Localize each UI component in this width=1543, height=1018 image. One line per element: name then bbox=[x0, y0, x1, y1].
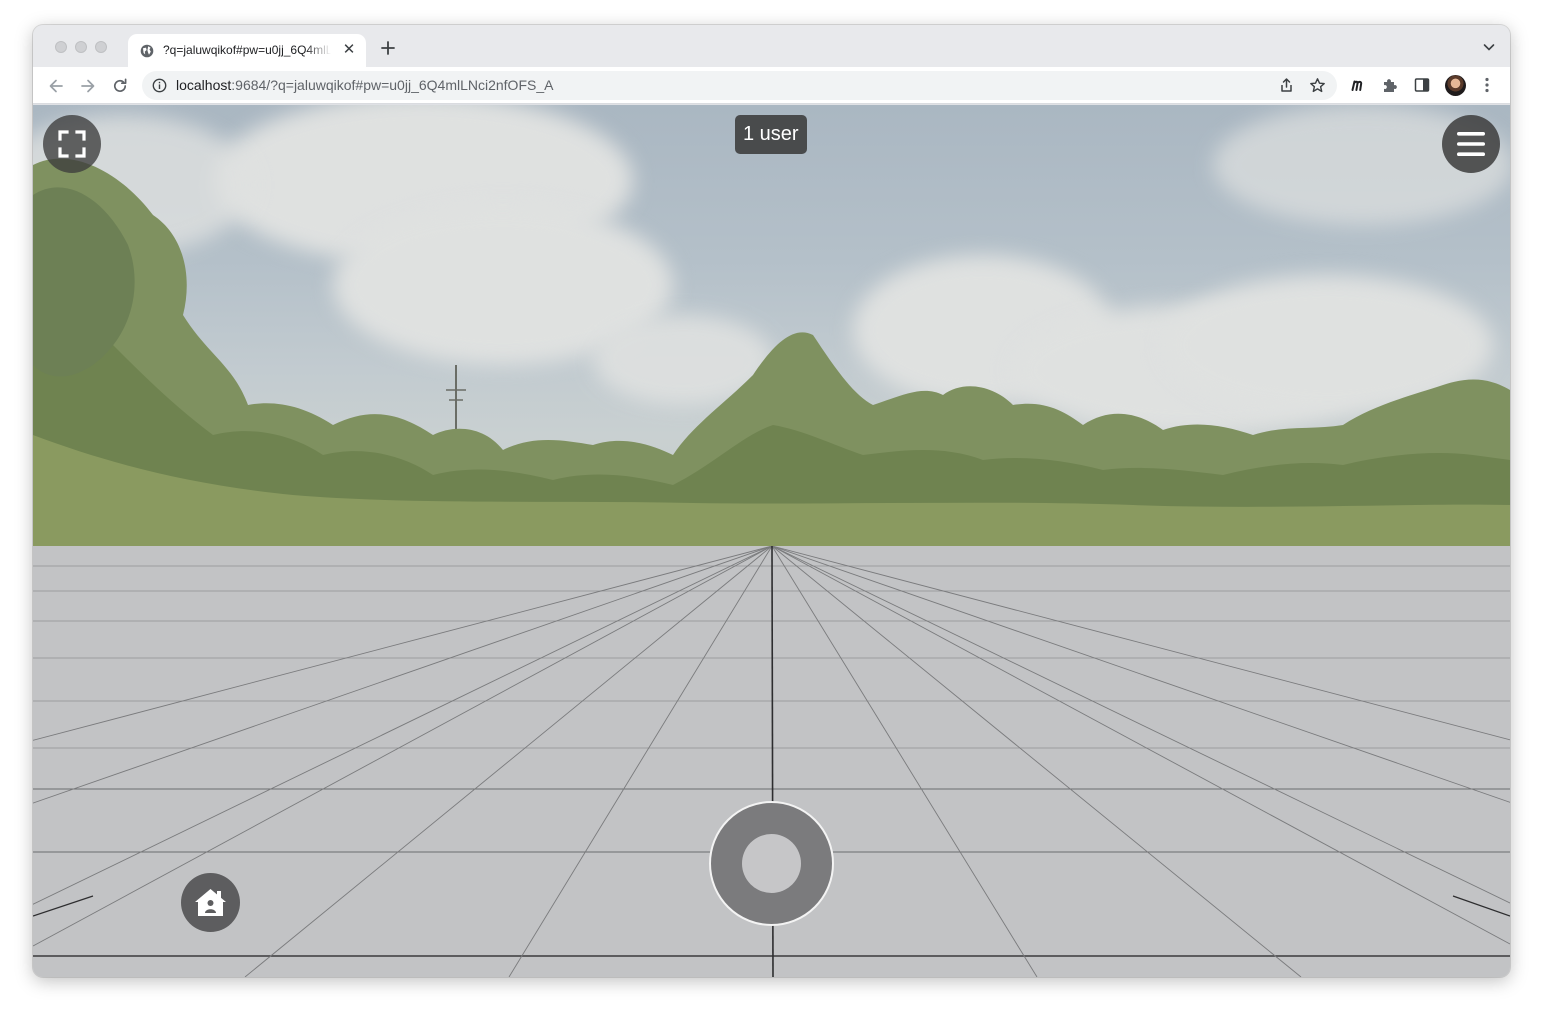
address-bar[interactable]: localhost:9684/?q=jaluwqikof#pw=u0jj_6Q4… bbox=[142, 71, 1337, 100]
new-tab-icon[interactable] bbox=[378, 38, 398, 58]
tab-title: ?q=jaluwqikof#pw=u0jj_6Q4mlLNci2nfOFS_A bbox=[163, 43, 331, 57]
treeline bbox=[33, 158, 1510, 546]
scene-menu-button[interactable] bbox=[1442, 115, 1500, 173]
fullscreen-button[interactable] bbox=[43, 115, 101, 173]
tab-strip: ?q=jaluwqikof#pw=u0jj_6Q4mlLNci2nfOFS_A … bbox=[33, 25, 1510, 68]
minimize-window-button[interactable] bbox=[75, 41, 87, 53]
globe-icon bbox=[140, 44, 154, 58]
info-icon[interactable] bbox=[152, 78, 167, 93]
close-window-button[interactable] bbox=[55, 41, 67, 53]
url-text[interactable]: localhost:9684/?q=jaluwqikof#pw=u0jj_6Q4… bbox=[176, 77, 553, 93]
home-icon bbox=[195, 889, 226, 916]
profile-avatar[interactable] bbox=[1445, 75, 1466, 96]
fullscreen-icon bbox=[58, 130, 86, 158]
browser-tab-active[interactable]: ?q=jaluwqikof#pw=u0jj_6Q4mlLNci2nfOFS_A … bbox=[128, 34, 366, 68]
hamburger-icon bbox=[1457, 132, 1485, 156]
tab-close-icon[interactable]: ✕ bbox=[340, 41, 358, 59]
movement-joystick[interactable] bbox=[709, 801, 834, 926]
browser-window: ?q=jaluwqikof#pw=u0jj_6Q4mlLNci2nfOFS_A … bbox=[33, 25, 1510, 977]
kebab-menu-icon[interactable] bbox=[1480, 76, 1494, 94]
share-icon[interactable] bbox=[1278, 77, 1295, 94]
url-path: :9684/?q=jaluwqikof#pw=u0jj_6Q4mlLNci2nf… bbox=[231, 77, 554, 93]
forward-arrow-icon[interactable] bbox=[78, 76, 98, 96]
star-icon[interactable] bbox=[1309, 77, 1326, 94]
back-arrow-icon[interactable] bbox=[46, 76, 66, 96]
3d-scene-viewport[interactable]: 1 user bbox=[33, 105, 1510, 977]
browser-toolbar: localhost:9684/?q=jaluwqikof#pw=u0jj_6Q4… bbox=[33, 67, 1510, 104]
chevron-down-icon[interactable] bbox=[1482, 40, 1496, 54]
url-host: localhost bbox=[176, 77, 232, 93]
reload-icon[interactable] bbox=[110, 76, 130, 96]
home-button[interactable] bbox=[181, 873, 240, 932]
side-panel-icon[interactable] bbox=[1413, 76, 1431, 94]
puzzle-icon[interactable] bbox=[1381, 76, 1399, 94]
maximize-window-button[interactable] bbox=[95, 41, 107, 53]
m-extension-icon[interactable] bbox=[1350, 76, 1368, 94]
user-count-badge: 1 user bbox=[735, 115, 807, 154]
joystick-knob[interactable] bbox=[742, 834, 801, 893]
